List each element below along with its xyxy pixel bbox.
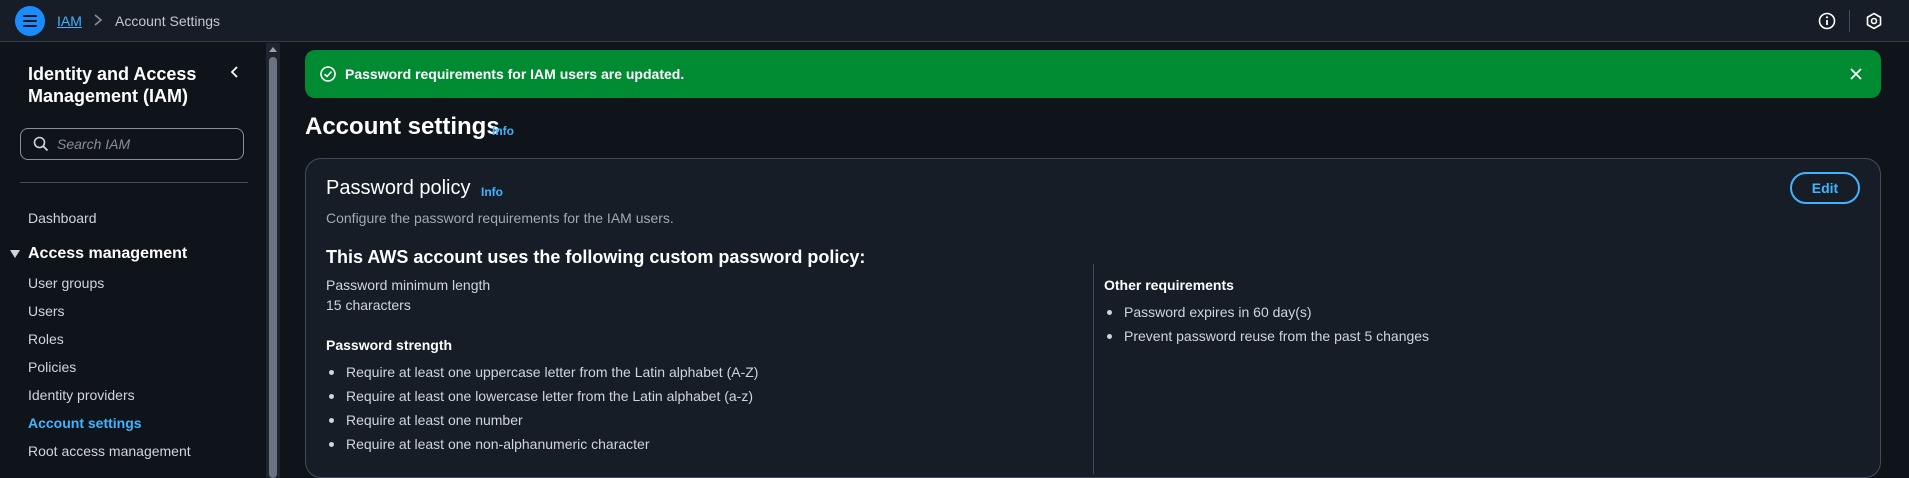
list-item: Prevent password reuse from the past 5 c… — [1104, 328, 1429, 352]
close-icon[interactable] — [1847, 65, 1865, 83]
page-title: Account settings — [305, 113, 500, 140]
menu-icon[interactable] — [15, 6, 45, 36]
search-field[interactable] — [57, 136, 227, 152]
strength-label: Password strength — [326, 337, 453, 353]
settings-hex-icon[interactable] — [1864, 11, 1884, 31]
sidebar-item-identity-providers[interactable]: Identity providers — [28, 387, 135, 403]
search-input[interactable] — [20, 128, 244, 160]
list-item: Require at least one lowercase letter fr… — [326, 388, 758, 412]
success-flash-banner: Password requirements for IAM users are … — [305, 50, 1881, 98]
sidebar-section-label: Access management — [28, 245, 188, 262]
sidebar: Identity and Access Management (IAM) Das… — [0, 43, 264, 478]
password-policy-panel: Password policy Info Configure the passw… — [305, 158, 1881, 478]
strength-list: Require at least one uppercase letter fr… — [326, 364, 758, 460]
info-icon[interactable] — [1817, 11, 1837, 31]
sidebar-item-dashboard[interactable]: Dashboard — [28, 210, 97, 226]
sidebar-item-policies[interactable]: Policies — [28, 359, 76, 375]
edit-button[interactable]: Edit — [1790, 172, 1860, 204]
sidebar-item-root-access-management[interactable]: Root access management — [28, 443, 191, 459]
scroll-up-arrow-icon[interactable] — [269, 47, 277, 52]
list-item: Require at least one uppercase letter fr… — [326, 364, 758, 388]
min-length-label: Password minimum length — [326, 277, 491, 293]
breadcrumb-current: Account Settings — [115, 13, 221, 29]
list-item: Require at least one number — [326, 412, 758, 436]
column-divider — [1093, 264, 1094, 474]
caret-down-icon — [10, 250, 20, 258]
sidebar-divider — [20, 182, 248, 183]
top-navigation-bar: IAM Account Settings — [0, 0, 1909, 42]
scrollbar-thumb[interactable] — [269, 57, 277, 478]
sidebar-item-user-groups[interactable]: User groups — [28, 275, 104, 291]
other-requirements-list: Password expires in 60 day(s) Prevent pa… — [1104, 304, 1429, 352]
other-requirements-label: Other requirements — [1104, 277, 1234, 293]
search-icon — [33, 136, 49, 152]
sidebar-item-users[interactable]: Users — [28, 303, 65, 319]
sidebar-item-account-settings[interactable]: Account settings — [28, 415, 142, 431]
list-item: Password expires in 60 day(s) — [1104, 304, 1429, 328]
top-divider — [1849, 10, 1850, 32]
panel-description: Configure the password requirements for … — [326, 210, 674, 226]
chevron-left-icon[interactable] — [226, 63, 244, 81]
panel-title: Password policy — [326, 177, 471, 199]
chevron-right-icon — [94, 14, 103, 26]
panel-info-link[interactable]: Info — [481, 185, 503, 199]
sidebar-item-roles[interactable]: Roles — [28, 331, 64, 347]
breadcrumb-iam-link[interactable]: IAM — [57, 13, 82, 29]
policy-heading: This AWS account uses the following cust… — [326, 247, 866, 267]
sidebar-scrollbar[interactable] — [266, 43, 280, 478]
sidebar-title: Identity and Access Management (IAM) — [28, 64, 197, 106]
flash-message: Password requirements for IAM users are … — [345, 66, 685, 82]
check-circle-icon — [320, 66, 336, 82]
min-length-value: 15 characters — [326, 297, 411, 313]
sidebar-section-access-management[interactable]: Access management — [10, 245, 187, 263]
page-info-link[interactable]: Info — [492, 124, 514, 138]
list-item: Require at least one non-alphanumeric ch… — [326, 436, 758, 460]
